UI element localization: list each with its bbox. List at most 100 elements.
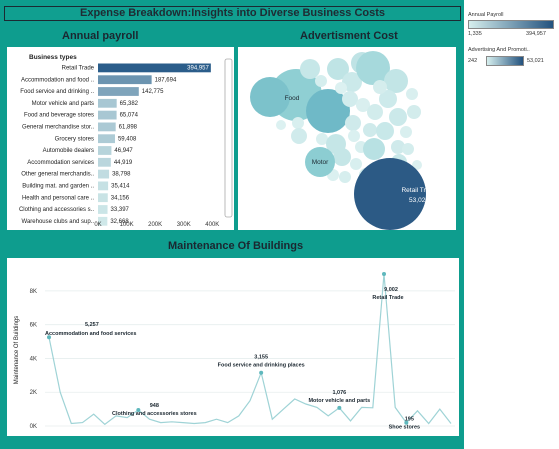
bar-value-label: 35,414 [111, 184, 130, 190]
bar [98, 122, 116, 132]
y-tick-label: 2K [30, 390, 37, 396]
payroll-bar-chart: Business types Retail Trade 394,957 Accommo… [19, 54, 233, 228]
bubble [342, 91, 358, 107]
x-tick-label: 0K [94, 222, 101, 228]
x-tick-label: 100K [120, 222, 134, 228]
payroll-legend-title: Annual Payroll [468, 12, 504, 18]
advertising-legend-min: 242 [468, 58, 478, 64]
bubble [348, 130, 360, 142]
x-tick-label: 300K [177, 222, 191, 228]
advertising-panel: Food Motor Retail Trade 53,021 [238, 47, 456, 230]
maintenance-chart-title: Maintenance Of Buildings [168, 240, 304, 252]
payroll-legend-max: 394,957 [526, 31, 546, 37]
category-label: Other general merchandis.. [21, 172, 94, 178]
category-label: Clothing and accessories s.. [19, 207, 94, 213]
payroll-chart-title: Annual payroll [62, 30, 139, 42]
bar [98, 87, 139, 96]
bubble [292, 117, 304, 129]
y-tick-label: 0K [30, 424, 37, 430]
category-label: Grocery stores [55, 136, 94, 142]
payroll-legend-gradient [468, 20, 554, 29]
header-label: Business types [29, 54, 77, 61]
bar-value-label: 33,397 [111, 207, 130, 213]
annotated-point [382, 271, 386, 276]
maintenance-panel: 0K 2K 4K 6K 8K Maintenance Of Buildings 5,257 A… [7, 258, 459, 436]
y-tick-label: 4K [30, 356, 37, 362]
bubble [350, 158, 362, 170]
bubble [363, 123, 377, 137]
maintenance-line-chart: 0K 2K 4K 6K 8K Maintenance Of Buildings 5,257 A… [14, 271, 455, 431]
bar-value-label: 59,408 [118, 136, 137, 142]
bar [98, 193, 108, 203]
bubble [333, 148, 351, 166]
bar [98, 75, 152, 85]
annotated-point [337, 405, 342, 410]
category-label: Warehouse clubs and sup.. [22, 219, 95, 225]
bubble [335, 82, 347, 94]
x-tick-label: 400K [205, 222, 219, 228]
bubble [384, 69, 408, 93]
payroll-legend-min: 1,335 [468, 31, 482, 37]
bar [98, 169, 110, 179]
y-tick-label: 6K [30, 323, 37, 329]
bar-value-label: 44,919 [114, 160, 133, 166]
bar-value-label: 61,898 [119, 125, 138, 131]
annotation-label: Motor vehicle and parts [308, 398, 370, 404]
annotation-value: 9,002 [384, 287, 398, 293]
bubble [300, 59, 320, 79]
bubble [407, 105, 421, 119]
bubble [376, 122, 394, 140]
bar-value-label: 38,798 [112, 172, 131, 178]
bubble [406, 88, 418, 100]
bubble-label-motor: Motor [312, 159, 329, 166]
annotation-value: 3,155 [254, 355, 268, 361]
bar [98, 134, 115, 144]
category-label: Accommodation services [27, 160, 94, 166]
bar-value-label: 187,694 [155, 77, 177, 83]
bar [98, 157, 111, 167]
category-label: Retail Trade [62, 66, 95, 72]
scrollbar [224, 58, 233, 218]
annotation-label: Food service and drinking places [218, 363, 305, 369]
category-label: General merchandise stor.. [22, 125, 94, 131]
category-label: Food service and drinking .. [20, 89, 94, 95]
annotation-label: Clothing and accessories stores [112, 411, 197, 417]
bubble [276, 120, 286, 130]
bubble [389, 108, 407, 126]
dashboard: Expense Breakdown:Insights into Diverse … [0, 0, 559, 449]
advertising-bubble-chart: Food Motor Retail Trade 53,021 [250, 51, 437, 230]
annotation-label: Retail Trade [372, 295, 403, 301]
advertising-legend-gradient [486, 56, 524, 66]
bar-value-label: 34,156 [111, 195, 130, 201]
bubble [339, 171, 351, 183]
bubble-label-retail-trade: Retail Trade [401, 187, 436, 194]
annotated-point [259, 370, 264, 375]
bar-value-label: 65,074 [120, 113, 139, 119]
x-tick-label: 200K [148, 222, 162, 228]
bubble [291, 128, 307, 144]
y-axis-label: Maintenance Of Buildings [14, 316, 20, 384]
legend-sidebar: Annual Payroll 1,335 394,957 Advertising… [465, 0, 559, 449]
advertising-chart-title: Advertisment Cost [300, 30, 398, 42]
annotation-label: Accommodation and food services [45, 331, 136, 337]
bubble [315, 75, 327, 87]
annotation-value: 948 [150, 403, 159, 409]
bar [98, 110, 117, 120]
annotation-label: Shoe stores [389, 425, 420, 431]
advertising-legend-max: 53,021 [527, 58, 544, 64]
bar [98, 146, 112, 155]
bubble-value-retail-trade: 53,021 [409, 197, 429, 204]
category-label: Automobile dealers [43, 148, 94, 154]
dashboard-title: Expense Breakdown:Insights into Diverse … [4, 6, 461, 21]
annotation-value: 1,076 [332, 390, 346, 396]
bubble [367, 104, 383, 120]
category-label: Health and personal care .. [22, 195, 94, 201]
y-tick-label: 8K [30, 289, 37, 295]
category-label: Food and beverage stores [24, 113, 94, 119]
bar [98, 181, 109, 191]
bar [98, 98, 117, 108]
bubble [345, 115, 361, 131]
advertising-legend-title: Advertising And Promoti.. [468, 47, 530, 53]
payroll-panel: Business types Retail Trade 394,957 Accommo… [7, 47, 234, 230]
bubble [400, 126, 412, 138]
